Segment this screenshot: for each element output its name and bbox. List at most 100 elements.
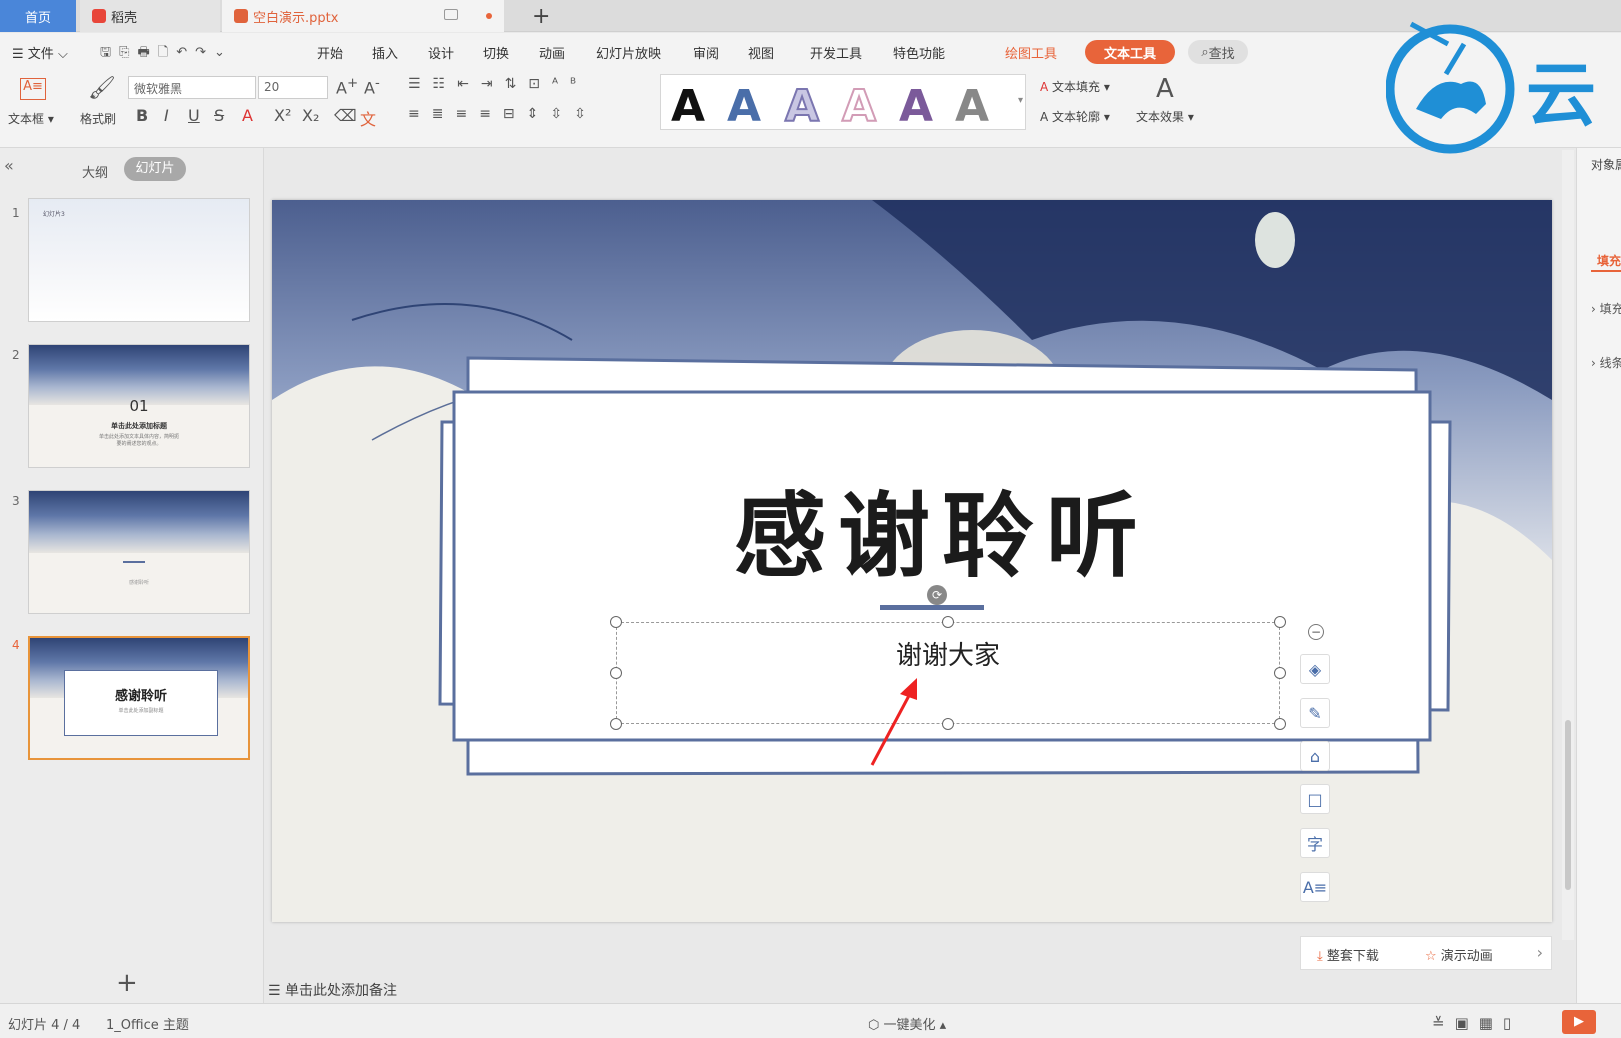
menu-item-animation[interactable]: 动画 [539, 43, 565, 62]
notes-placeholder[interactable]: ☰ 单击此处添加备注 [268, 980, 397, 1000]
outline-tab[interactable]: 大纲 [82, 162, 108, 181]
menu-item-insert[interactable]: 插入 [372, 43, 398, 62]
thumb2-number: 01 [129, 397, 149, 415]
menu-item-review[interactable]: 审阅 [693, 43, 719, 62]
file-menu-button[interactable]: ☰ 文件 ⌵ [12, 43, 68, 62]
text-effect-icon[interactable]: A [1156, 74, 1174, 104]
brand-logo: 云 [1386, 21, 1596, 154]
wordart-style-6[interactable]: A [955, 81, 989, 132]
fill-section[interactable]: › 填充 [1591, 300, 1621, 317]
menu-item-transition[interactable]: 切换 [483, 43, 509, 62]
chevron-right-icon[interactable]: › [1537, 943, 1543, 962]
search-button[interactable]: ⌕ 查找 [1188, 40, 1248, 64]
menu-item-view[interactable]: 视图 [748, 43, 774, 62]
menu-item-drawing-tools[interactable]: 绘图工具 [1005, 43, 1057, 62]
tab-daoke-label: 稻壳 [111, 10, 138, 26]
thumb2-subtitle-2: 要的阐述您的观点。 [116, 441, 162, 447]
floating-quick-toolbar: − ◈ ✎ ⌂ □ 字 A≡ [1300, 620, 1330, 902]
tab-home[interactable]: 首页 [0, 0, 76, 32]
slides-tab-label: 幻灯片 [135, 161, 175, 176]
download-set-button[interactable]: ⤓ 整套下载 [1317, 945, 1379, 964]
ribbon-toolbar: A≡ 文本框 ▾ 🖌 格式刷 微软雅黑 20 A+ A- B I U S A X… [0, 70, 1621, 148]
wordart-style-2[interactable]: A [727, 81, 761, 132]
menu-item-text-tools[interactable]: 文本工具 [1085, 40, 1175, 64]
text-style-icon[interactable]: 字 [1300, 828, 1330, 858]
thumb2-title: 单击此处添加标题 [111, 422, 167, 430]
textbox-label: 文本框 [8, 112, 45, 126]
view-mode-buttons[interactable]: ≚▣▦▯ [1432, 1014, 1521, 1032]
layers-icon[interactable]: ◈ [1300, 654, 1330, 684]
add-slide-button[interactable]: + [116, 968, 138, 998]
font-grow-icon[interactable]: A+ [336, 76, 358, 97]
slide-number-3: 3 [12, 494, 20, 508]
font-shrink-icon[interactable]: A- [364, 76, 380, 97]
tab-bar: 首页 稻壳 空白演示.pptx + [0, 0, 1621, 32]
text-effect-button[interactable]: 文本效果 ▾ [1136, 108, 1194, 125]
bold-icon[interactable]: B [136, 106, 148, 125]
wordart-style-3[interactable]: A [784, 80, 820, 133]
new-tab-button[interactable]: + [520, 0, 562, 32]
menu-item-design[interactable]: 设计 [428, 43, 454, 62]
tab-daoke[interactable]: 稻壳 [80, 0, 220, 32]
search-icon: ⌕ [1201, 44, 1209, 60]
pen-icon[interactable]: ✎ [1300, 698, 1330, 728]
outline-box-icon[interactable]: □ [1300, 784, 1330, 814]
unsaved-dot-icon [486, 13, 492, 19]
text-fill-button[interactable]: A 文本填充 ▾ [1040, 78, 1110, 95]
slide-thumbnail-1[interactable]: 幻灯片3 [28, 198, 250, 322]
star-icon: ☆ [1425, 949, 1437, 964]
monitor-icon[interactable] [444, 9, 458, 20]
paragraph-tools-row1[interactable]: ☰☷⇤⇥⇅⊡ᴬᴮ [408, 76, 588, 92]
slide-canvas[interactable]: 感谢聆听 ⟳ 谢谢大家 [272, 200, 1552, 922]
menu-item-start[interactable]: 开始 [317, 43, 343, 62]
wordart-style-gallery[interactable]: A A A A A A ▾ [660, 74, 1026, 133]
subscript-icon[interactable]: X₂ [302, 106, 319, 125]
collapse-panel-icon[interactable]: « [4, 156, 14, 175]
play-slideshow-button[interactable]: ▶ [1562, 1010, 1596, 1034]
menu-item-slideshow[interactable]: 幻灯片放映 [596, 43, 661, 62]
font-color-icon[interactable]: A [242, 106, 253, 125]
text-outline-button[interactable]: A 文本轮廓 ▾ [1040, 108, 1110, 125]
font-size-select[interactable]: 20 [258, 76, 328, 99]
tab-document[interactable]: 空白演示.pptx [222, 0, 504, 32]
text-wrap-icon[interactable]: A≡ [1300, 872, 1330, 902]
clear-format-icon[interactable]: ⌫ [334, 106, 357, 125]
demo-animation-button[interactable]: ☆ 演示动画 [1425, 945, 1493, 964]
slide-thumbnail-3[interactable]: 感谢聆听 [28, 490, 250, 614]
textbox-button[interactable]: 文本框 ▾ [8, 110, 54, 127]
slide-thumbnail-4-selected[interactable]: 感谢聆听 单击此处添加副标题 [28, 636, 250, 760]
textbox-icon[interactable]: A≡ [20, 78, 46, 100]
scrollbar-thumb[interactable] [1565, 720, 1571, 890]
menu-item-developer[interactable]: 开发工具 [810, 43, 862, 62]
quick-access-icons[interactable]: 🖫⎘🖶🗋↶↷⌄ [100, 43, 233, 65]
format-painter-button[interactable]: 格式刷 [80, 110, 116, 127]
fill-bucket-icon[interactable]: ⌂ [1300, 741, 1330, 771]
font-name-select[interactable]: 微软雅黑 [128, 76, 256, 99]
wordart-style-4[interactable]: A [841, 80, 877, 133]
theme-name[interactable]: 1_Office 主题 [106, 1014, 189, 1033]
underline-icon[interactable]: U [188, 106, 200, 125]
menu-item-special[interactable]: 特色功能 [893, 43, 945, 62]
thumb4-card: 感谢聆听 单击此处添加副标题 [64, 670, 218, 736]
slide-number-4: 4 [12, 638, 20, 652]
presentation-file-icon [234, 9, 248, 23]
beautify-icon: ⬡ [868, 1018, 884, 1033]
italic-icon[interactable]: I [164, 106, 169, 125]
slides-tab[interactable]: 幻灯片 [124, 157, 186, 181]
paragraph-tools-row2[interactable]: ≡≣≡≡⊟⇕⇳⇳ [408, 106, 598, 122]
collapse-toolbar-icon[interactable]: − [1308, 624, 1324, 640]
strikethrough-icon[interactable]: S [214, 106, 224, 125]
slide-thumbnail-panel: « 大纲 幻灯片 1 幻灯片3 2 01 单击此处添加标题 单击此处添加文本具体… [0, 148, 264, 1003]
phonetic-icon[interactable]: 文 [360, 106, 376, 130]
beautify-button[interactable]: ⬡ 一键美化 ▴ [868, 1014, 946, 1033]
vertical-scrollbar[interactable] [1562, 150, 1574, 940]
wordart-style-1[interactable]: A [671, 81, 705, 132]
wordart-style-5[interactable]: A [899, 81, 933, 132]
superscript-icon[interactable]: X² [274, 106, 291, 125]
thumb2-ink-background [29, 345, 249, 405]
fill-tab[interactable]: 填充 [1597, 252, 1621, 269]
gallery-expand-icon[interactable]: ▾ [1018, 95, 1023, 106]
format-painter-icon[interactable]: 🖌 [88, 76, 116, 101]
slide-thumbnail-2[interactable]: 01 单击此处添加标题 单击此处添加文本具体内容，简明扼 要的阐述您的观点。 [28, 344, 250, 468]
line-section[interactable]: › 线条 [1591, 354, 1621, 371]
